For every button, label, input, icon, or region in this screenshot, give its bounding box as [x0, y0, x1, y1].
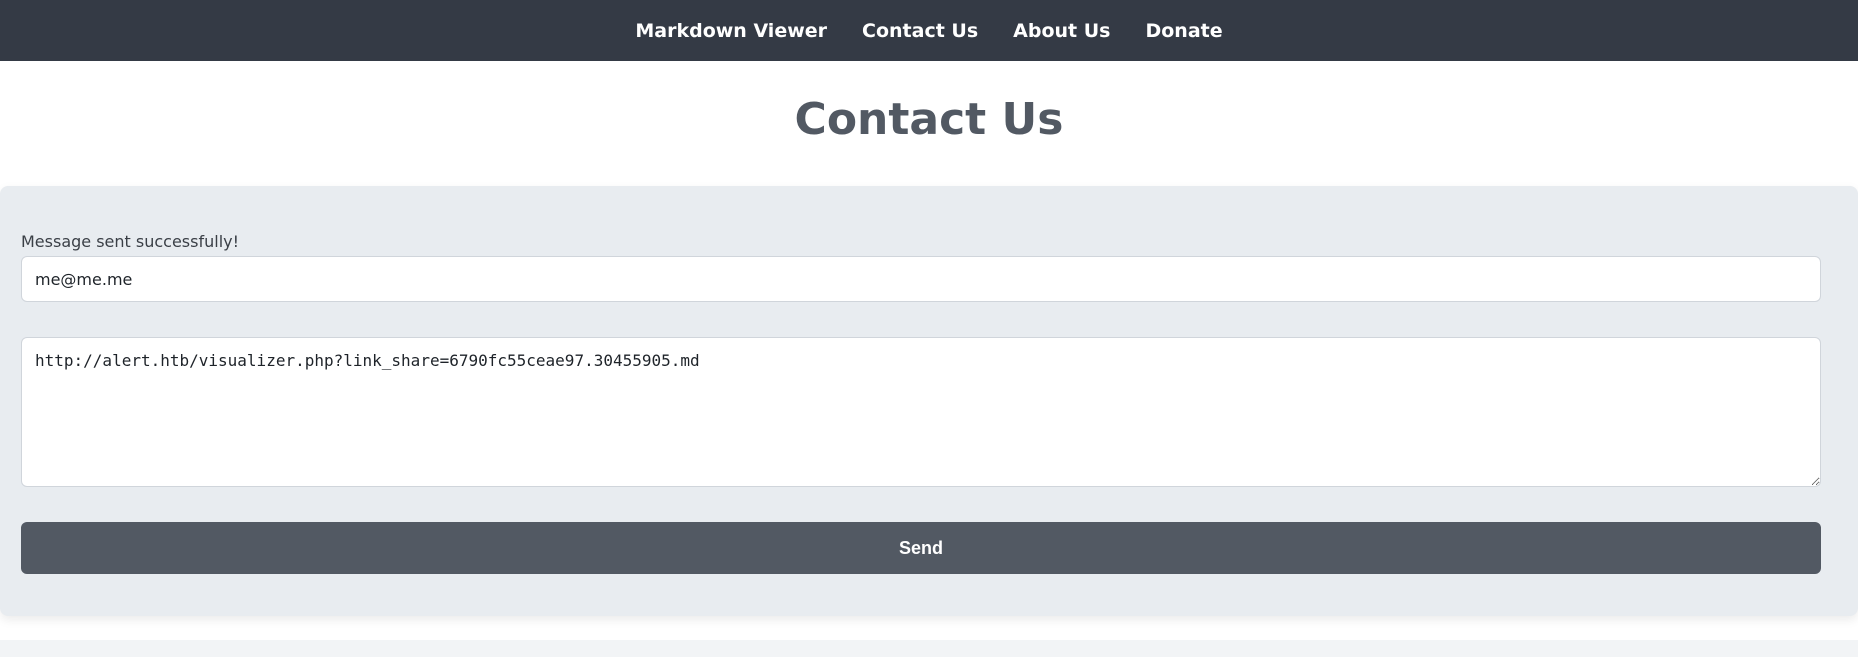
nav-link-about-us[interactable]: About Us: [1013, 20, 1110, 42]
message-textarea[interactable]: http://alert.htb/visualizer.php?link_sha…: [21, 337, 1821, 487]
nav-link-markdown-viewer[interactable]: Markdown Viewer: [635, 20, 827, 42]
send-button[interactable]: Send: [21, 522, 1821, 574]
status-message: Message sent successfully!: [21, 232, 240, 251]
page-header: Contact Us: [0, 61, 1858, 186]
email-field[interactable]: [21, 256, 1821, 302]
nav-link-donate[interactable]: Donate: [1145, 20, 1222, 42]
page-footer-strip: [0, 640, 1858, 657]
top-navbar: Markdown Viewer Contact Us About Us Dona…: [0, 0, 1858, 61]
page-title: Contact Us: [794, 94, 1064, 145]
nav-link-contact-us[interactable]: Contact Us: [862, 20, 978, 42]
contact-form: Message sent successfully! http://alert.…: [0, 186, 1858, 616]
